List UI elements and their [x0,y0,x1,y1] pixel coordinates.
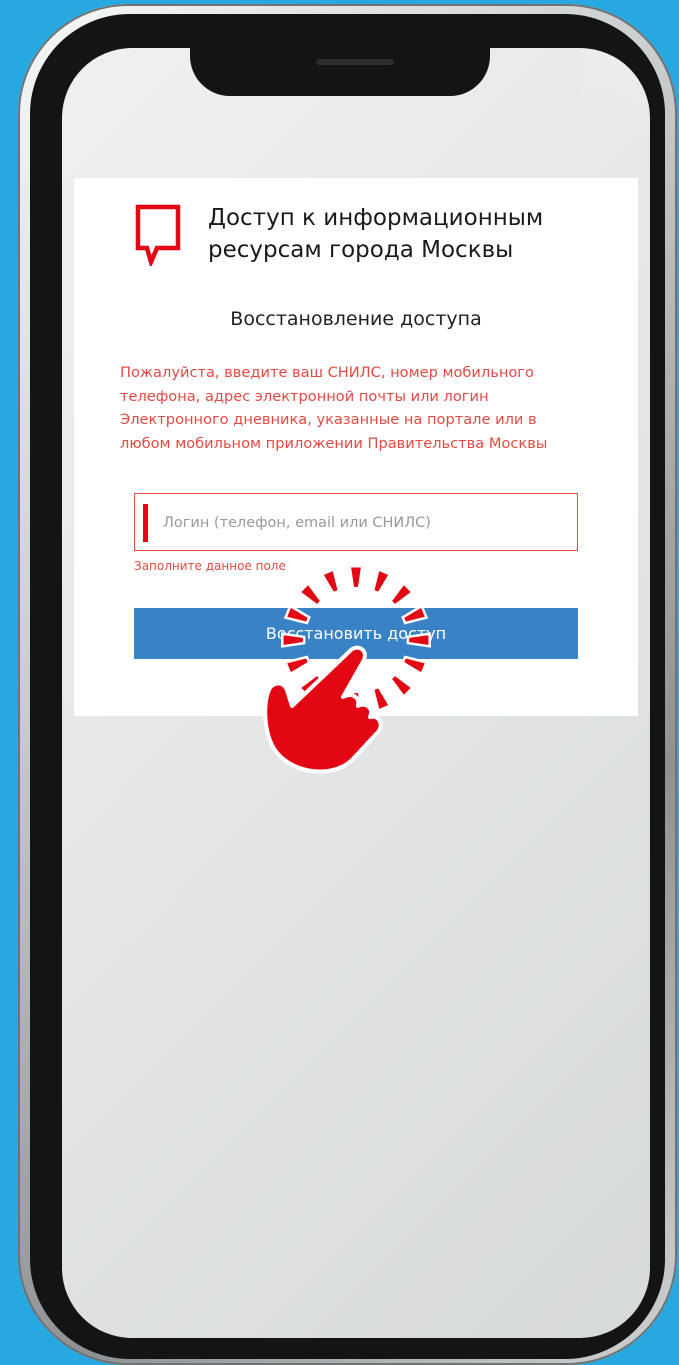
recovery-card: Доступ к информационным ресурсам города … [74,178,638,716]
login-field[interactable] [134,493,578,552]
phone-notch [190,48,490,96]
brand-title: Доступ к информационным ресурсам города … [208,205,544,263]
phone-speaker [316,59,394,65]
mos-logo-icon [135,204,181,266]
login-input[interactable] [161,494,565,552]
field-error-marker [143,504,148,542]
recovery-hint: Пожалуйста, введите ваш СНИЛС, номер моб… [120,364,548,452]
login-error: Заполните данное поле [134,559,286,573]
page-title: Восстановление доступа [230,308,482,330]
restore-access-button[interactable]: Восстановить доступ [134,608,578,659]
